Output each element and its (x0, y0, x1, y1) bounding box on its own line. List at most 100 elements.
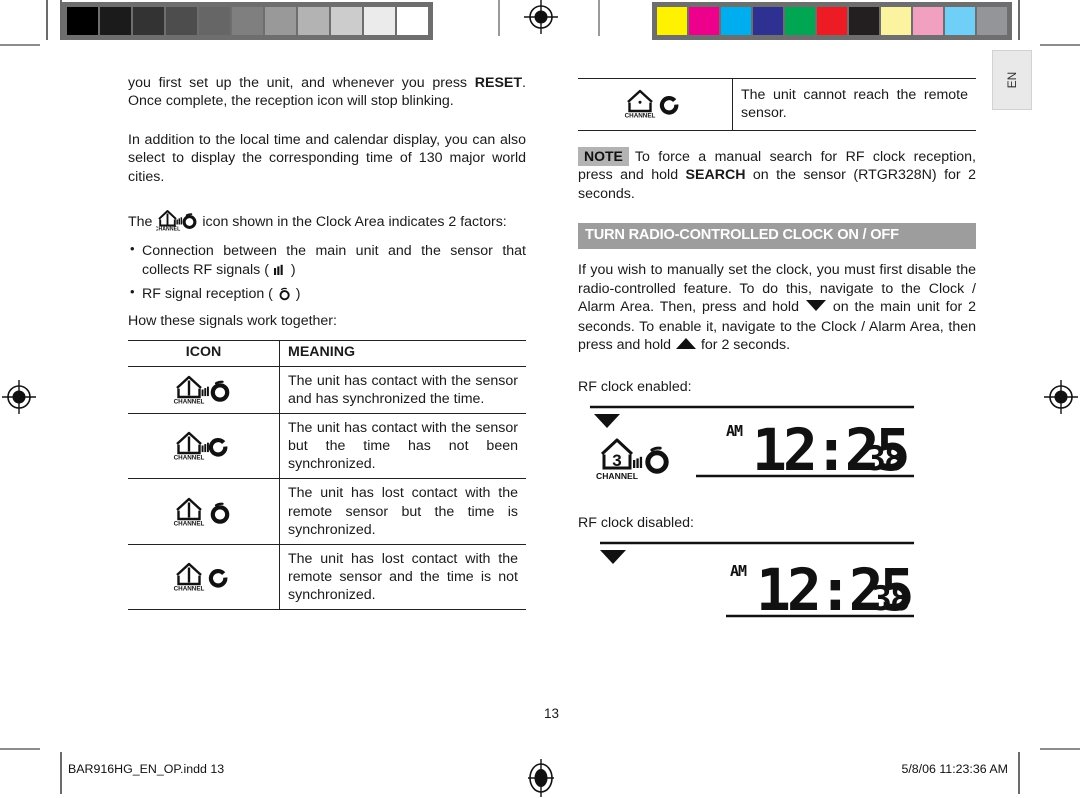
svg-text:CHANNEL: CHANNEL (173, 398, 204, 405)
svg-text:AM: AM (730, 562, 747, 580)
crop-mark-bottom-right-h (1040, 748, 1080, 750)
bullet2-post: ) (291, 286, 301, 303)
color-chip-4 (785, 7, 815, 35)
cell-meaning: The unit has contact with the sensor and… (279, 365, 526, 414)
crop-mark-top-left (0, 44, 40, 46)
grayscale-chip-2 (133, 7, 164, 35)
up-arrow-icon (675, 337, 697, 355)
registration-mark-right-center (1044, 380, 1078, 414)
footer-filename: BAR916HG_EN_OP.indd 13 (68, 762, 225, 776)
table-header-row: ICON MEANING (128, 340, 526, 367)
cell-icon-house-signal-reception-empty: CHANNEL (128, 413, 280, 480)
lcd-figure-rf-clock-disabled: AM 12:25 38 (578, 538, 976, 628)
color-chip-0 (657, 7, 687, 35)
icon-house-signal-reception-inline: CHANNEL (156, 208, 198, 232)
search-keyword: SEARCH (685, 167, 746, 184)
crop-mark-bottom-left-h (0, 748, 40, 750)
right-column: CHANNEL The unit cannot reach the remote… (578, 74, 976, 628)
body-part-3: for 2 seconds. (697, 337, 791, 354)
svg-text:38: 38 (872, 579, 909, 619)
cell-meaning: The unit has contact with the sensor but… (279, 413, 526, 480)
svg-text:CHANNEL: CHANNEL (173, 455, 204, 462)
table-row: CHANNEL The unit cannot reach the remote… (578, 78, 976, 131)
grayscale-chip-3 (166, 7, 197, 35)
grayscale-chip-4 (199, 7, 230, 35)
icon-house-signal-reception-empty: CHANNEL (173, 429, 235, 463)
svg-text:CHANNEL: CHANNEL (156, 227, 180, 233)
svg-text:CHANNEL: CHANNEL (596, 471, 638, 481)
bullet-rf-connection: Connection between the main unit and the… (128, 241, 526, 279)
cell-icon-house-signal-reception-full: CHANNEL (128, 365, 280, 414)
figure-label-rf-clock-disabled: RF clock disabled: (578, 514, 694, 531)
color-chip-9 (945, 7, 975, 35)
section-heading-radio-controlled-clock: TURN RADIO-CONTROLLED CLOCK ON / OFF (578, 223, 976, 250)
grayscale-chip-9 (364, 7, 395, 35)
svg-text:3: 3 (612, 451, 621, 470)
icon-meaning-table-continued: CHANNEL The unit cannot reach the remote… (578, 78, 976, 131)
bullet2-pre: RF signal reception ( (142, 286, 277, 303)
bullet1-post: ) (286, 261, 296, 278)
color-calibration-strip (652, 2, 1012, 40)
paragraph-signals-together: How these signals work together: (128, 312, 337, 329)
grayscale-chip-6 (265, 7, 296, 35)
grayscale-calibration-strip (62, 2, 433, 40)
color-chip-2 (721, 7, 751, 35)
note-block: NOTE To force a manual search for RF cloc… (578, 146, 976, 203)
svg-text:38: 38 (866, 439, 903, 479)
down-arrow-icon (805, 299, 827, 317)
crop-mark-bottom-right (1018, 752, 1020, 794)
column-header-icon: ICON (128, 340, 280, 367)
note-badge: NOTE (578, 146, 629, 166)
figure-label-rf-clock-enabled: RF clock enabled: (578, 378, 692, 395)
table-row: CHANNEL The unit has contact with the se… (128, 365, 526, 414)
table-row: CHANNEL The unit has lost contact with t… (128, 478, 526, 545)
icon-house-signal-reception-full: CHANNEL (173, 373, 235, 407)
page-number: 13 (544, 706, 560, 721)
grayscale-chip-7 (298, 7, 329, 35)
color-chip-3 (753, 7, 783, 35)
table-row: CHANNEL The unit has lost contact with t… (128, 544, 526, 611)
color-chip-6 (849, 7, 879, 35)
registration-mark-left-center (2, 380, 36, 414)
column-header-meaning: MEANING (279, 340, 526, 367)
footer-timestamp: 5/8/06 11:23:36 AM (901, 762, 1008, 776)
para1-pre: you first set up the unit, and whenever … (128, 75, 475, 91)
icon-house-nosignal-reception-empty: CHANNEL (173, 560, 235, 594)
color-chip-8 (913, 7, 943, 35)
cell-icon-house-nosignal-reception-empty: CHANNEL (128, 544, 280, 611)
grayscale-chip-10 (397, 7, 428, 35)
page-gutter-line-left (498, 0, 500, 36)
grayscale-chip-1 (100, 7, 131, 35)
color-chip-1 (689, 7, 719, 35)
manual-page: you first set up the unit, and whenever … (60, 46, 1000, 746)
paragraph-reset-continuation: you first set up the unit, and whenever … (128, 74, 526, 111)
registration-mark-top-center (524, 0, 558, 34)
crop-mark-left-inner (46, 0, 48, 40)
grayscale-chip-0 (67, 7, 98, 35)
icon-house-empty-reception-empty: CHANNEL (624, 87, 686, 121)
crop-mark-bottom-left (60, 752, 62, 794)
lcd-figure-rf-clock-enabled: 3 CHANNEL AM 12:25 38 (578, 402, 976, 492)
para3-pre: The (128, 214, 157, 231)
factor-bullet-list: Connection between the main unit and the… (128, 241, 526, 303)
svg-text:CHANNEL: CHANNEL (173, 520, 204, 527)
icon-house-nosignal-reception-full: CHANNEL (173, 495, 235, 529)
grayscale-chip-8 (331, 7, 362, 35)
svg-text:AM: AM (726, 422, 743, 440)
para3-post: icon shown in the Clock Area indicates 2… (198, 214, 507, 231)
cell-meaning: The unit has lost contact with the remot… (279, 478, 526, 545)
svg-text:CHANNEL: CHANNEL (173, 586, 204, 593)
reset-keyword: RESET (474, 75, 523, 91)
cell-icon-house-nosignal-reception-full: CHANNEL (128, 478, 280, 545)
color-chip-7 (881, 7, 911, 35)
bullet1-pre: Connection between the main unit and the… (142, 243, 526, 278)
page-gutter-line-right (598, 0, 600, 36)
bullet-rf-reception: RF signal reception ( ) (128, 284, 526, 303)
color-chip-10 (977, 7, 1007, 35)
language-tab-label: EN (1005, 71, 1019, 89)
color-chip-5 (817, 7, 847, 35)
crop-mark-right-inner (1018, 0, 1020, 40)
cell-meaning: The unit cannot reach the remote sensor. (732, 78, 976, 131)
cell-meaning: The unit has lost contact with the remot… (279, 544, 526, 611)
left-column: you first set up the unit, and whenever … (128, 74, 526, 611)
